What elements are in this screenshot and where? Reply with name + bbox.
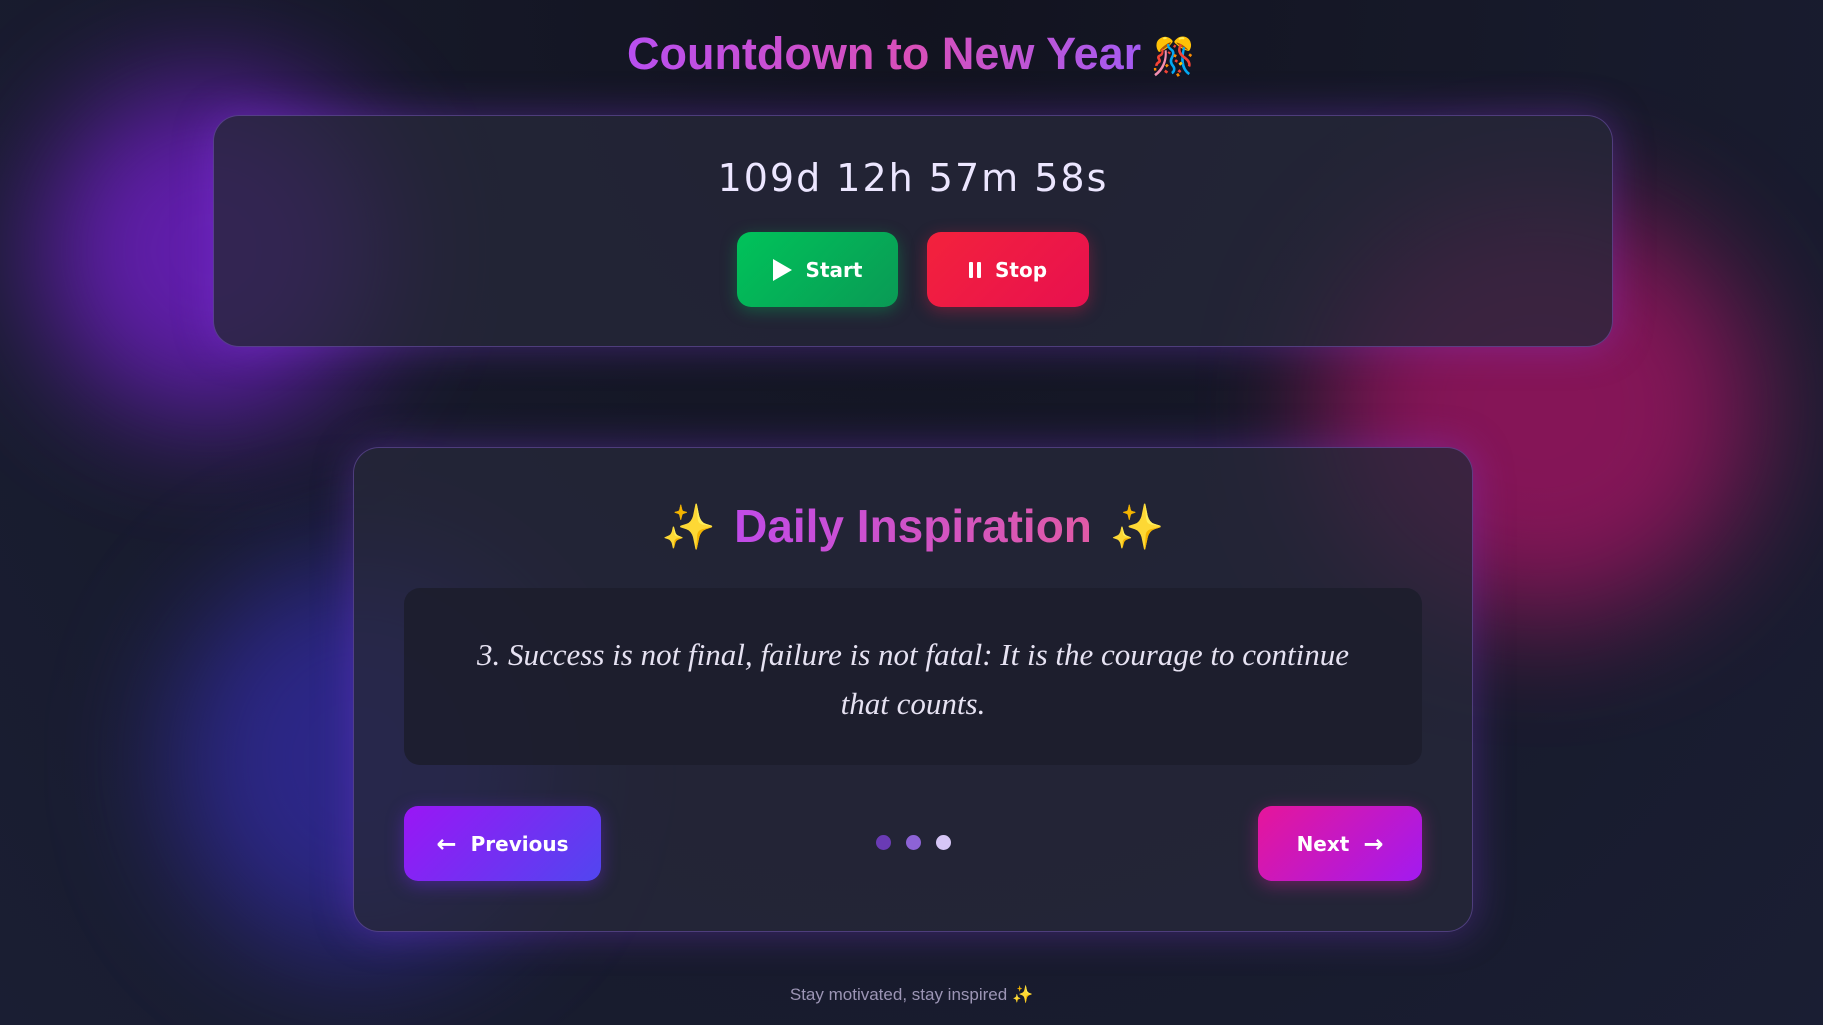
sparkle-icon: ✨ — [661, 503, 717, 552]
arrow-right-icon: → — [1363, 829, 1384, 858]
pagination-dot-1[interactable] — [875, 835, 891, 850]
sparkle-icon: ✨ — [1109, 503, 1165, 552]
inspiration-card: ✨ Daily Inspiration ✨ 3. Success is not fi… — [353, 447, 1473, 932]
footer-text: Stay motivated, stay inspired — [789, 985, 1008, 1004]
footer: Stay motivated, stay inspired ✨ — [0, 985, 1823, 1005]
pause-icon — [968, 261, 981, 278]
play-icon — [772, 258, 792, 281]
party-icon: 🎊 — [1151, 36, 1197, 77]
sparkle-icon: ✨ — [1011, 985, 1034, 1004]
inspiration-heading-text: Daily Inspiration — [734, 500, 1092, 552]
countdown-display: 109d 12h 57m 58s — [717, 156, 1109, 200]
stop-button-label: Stop — [994, 257, 1048, 282]
start-button[interactable]: Start — [737, 232, 898, 307]
next-button[interactable]: Next → — [1258, 806, 1422, 881]
start-button-label: Start — [805, 257, 863, 282]
app-root: Countdown to New Year 🎊 109d 12h 57m 58s … — [0, 0, 1823, 1025]
pagination-dot-3-active[interactable] — [935, 835, 951, 850]
page-title: Countdown to New Year 🎊 — [0, 26, 1823, 85]
pagination-dot-2[interactable] — [905, 835, 921, 850]
quote-text: 3. Success is not final, failure is not … — [404, 588, 1422, 765]
countdown-card: 109d 12h 57m 58s Start Stop — [213, 115, 1613, 347]
stop-button[interactable]: Stop — [927, 232, 1089, 307]
next-button-label: Next — [1296, 831, 1350, 856]
page-title-text: Countdown to New Year — [626, 28, 1142, 79]
inspiration-heading: ✨ Daily Inspiration ✨ — [354, 496, 1472, 558]
